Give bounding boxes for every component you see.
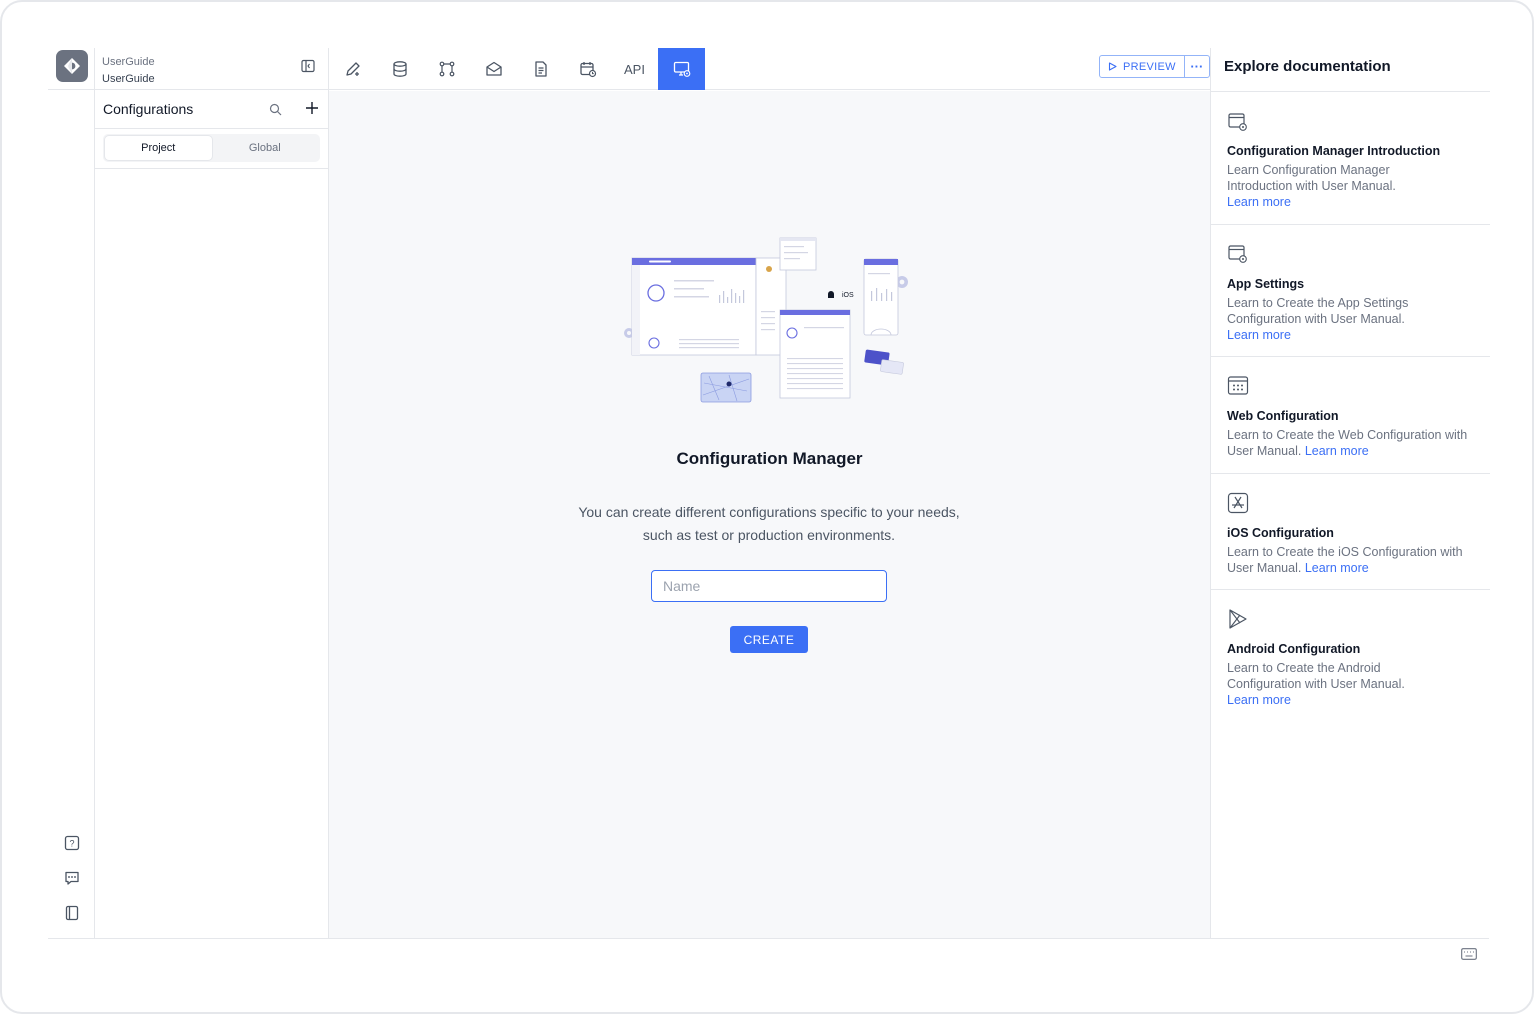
divider — [95, 168, 329, 169]
learn-more-link[interactable]: Learn more — [1227, 693, 1291, 707]
sidebar-title: Configurations — [103, 101, 194, 117]
app-logo[interactable] — [56, 50, 88, 82]
doc-description: Learn to Create the App Settings Configu… — [1227, 295, 1432, 343]
tool-document[interactable] — [517, 48, 564, 90]
configuration-illustration: iOS — [624, 237, 908, 403]
doc-desc-text: Learn to Create the App Settings Configu… — [1227, 296, 1409, 326]
document-icon — [534, 61, 547, 77]
more-options-button[interactable]: ··· — [1185, 56, 1209, 77]
database-icon — [392, 61, 407, 77]
config-sidebar: UserGuide UserGuide Configurations Proje… — [48, 48, 329, 938]
divider — [48, 89, 329, 90]
doc-description: Learn Configuration Manager Introduction… — [1227, 162, 1427, 210]
docs-panel-title: Explore documentation — [1224, 58, 1391, 75]
doc-item-config-manager-intro: Configuration Manager Introduction Learn… — [1211, 92, 1490, 225]
tool-schedule[interactable] — [564, 48, 611, 90]
api-label: API — [624, 61, 645, 77]
settings-window-icon — [1228, 245, 1247, 263]
description-line-2: such as test or production environments. — [642, 527, 896, 543]
settings-window-icon — [1228, 113, 1247, 131]
create-button[interactable]: CREATE — [730, 626, 808, 653]
doc-title[interactable]: Configuration Manager Introduction — [1227, 144, 1440, 158]
tool-mail[interactable] — [470, 48, 517, 90]
top-toolbar: API PREVIEW ··· — [329, 48, 1210, 90]
doc-description: Learn to Create the Android Configuratio… — [1227, 660, 1432, 708]
illustration-ios-label: iOS — [842, 292, 854, 299]
feedback-button[interactable] — [48, 870, 95, 886]
app-window: ? UserGuide UserGuide Configurations Pro… — [48, 48, 1490, 938]
sidebar-toggle-icon[interactable] — [301, 59, 315, 73]
tool-configuration[interactable] — [658, 48, 705, 90]
doc-desc-text: Learn Configuration Manager Introduction… — [1227, 163, 1396, 193]
tool-design[interactable] — [329, 48, 376, 90]
preview-label: PREVIEW — [1123, 60, 1176, 73]
doc-description: Learn to Create the iOS Configuration wi… — [1227, 544, 1477, 576]
chat-icon — [64, 871, 79, 885]
keyboard-icon[interactable] — [1461, 948, 1477, 960]
empty-state-title: Configuration Manager — [676, 449, 863, 468]
doc-item-android-configuration: Android Configuration Learn to Create th… — [1211, 590, 1490, 724]
learn-more-link[interactable]: Learn more — [1305, 444, 1369, 458]
calendar-icon — [579, 62, 596, 78]
play-icon — [1108, 62, 1117, 71]
tab-global[interactable]: Global — [212, 136, 319, 160]
app-name-line1: UserGuide — [102, 56, 155, 68]
status-bar-divider — [48, 938, 1489, 939]
play-store-icon — [1229, 609, 1247, 629]
app-frame: ? UserGuide UserGuide Configurations Pro… — [0, 0, 1534, 1014]
web-grid-icon — [1227, 376, 1249, 395]
doc-description: Learn to Create the Web Configuration wi… — [1227, 427, 1477, 459]
book-icon — [65, 905, 78, 921]
preview-button[interactable]: PREVIEW — [1100, 56, 1185, 77]
configuration-name-input[interactable] — [651, 570, 887, 602]
app-store-icon — [1227, 492, 1249, 514]
app-name: UserGuide UserGuide — [102, 54, 155, 88]
main-content: iOS Configuration Manager You can create… — [329, 91, 1210, 938]
tab-project[interactable]: Project — [105, 136, 212, 160]
tool-workflow[interactable] — [423, 48, 470, 90]
doc-title[interactable]: Android Configuration — [1227, 642, 1360, 656]
preview-group: PREVIEW ··· — [1099, 55, 1210, 78]
svg-text:?: ? — [69, 839, 74, 849]
doc-item-app-settings: App Settings Learn to Create the App Set… — [1211, 225, 1490, 357]
doc-desc-text: Learn to Create the Android Configuratio… — [1227, 661, 1405, 691]
doc-item-web-configuration: Web Configuration Learn to Create the We… — [1211, 357, 1490, 474]
doc-title[interactable]: App Settings — [1227, 277, 1304, 291]
docs-button[interactable] — [48, 905, 95, 921]
learn-more-link[interactable]: Learn more — [1305, 561, 1369, 575]
workflow-icon — [439, 61, 454, 77]
doc-title[interactable]: iOS Configuration — [1227, 526, 1334, 540]
tool-database[interactable] — [376, 48, 423, 90]
logo-icon — [64, 58, 80, 74]
learn-more-link[interactable]: Learn more — [1227, 328, 1291, 342]
help-icon: ? — [64, 835, 79, 851]
mail-icon — [485, 61, 502, 76]
scope-toggle: Project Global — [103, 134, 320, 162]
edit-icon — [345, 62, 360, 76]
add-icon[interactable] — [305, 101, 319, 115]
left-rail: ? — [48, 48, 95, 938]
doc-item-ios-configuration: iOS Configuration Learn to Create the iO… — [1211, 474, 1490, 590]
empty-state-description: You can create different configurations … — [559, 501, 979, 547]
tool-api[interactable]: API — [611, 48, 658, 90]
divider — [95, 128, 329, 129]
documentation-panel: Explore documentation Configuration Mana… — [1210, 48, 1490, 938]
app-name-line2: UserGuide — [102, 73, 155, 85]
doc-title[interactable]: Web Configuration — [1227, 409, 1339, 423]
learn-more-link[interactable]: Learn more — [1227, 195, 1291, 209]
help-button[interactable]: ? — [48, 835, 95, 851]
description-line-1: You can create different configurations … — [578, 504, 960, 520]
configuration-icon — [673, 61, 690, 77]
search-icon[interactable] — [269, 103, 282, 116]
